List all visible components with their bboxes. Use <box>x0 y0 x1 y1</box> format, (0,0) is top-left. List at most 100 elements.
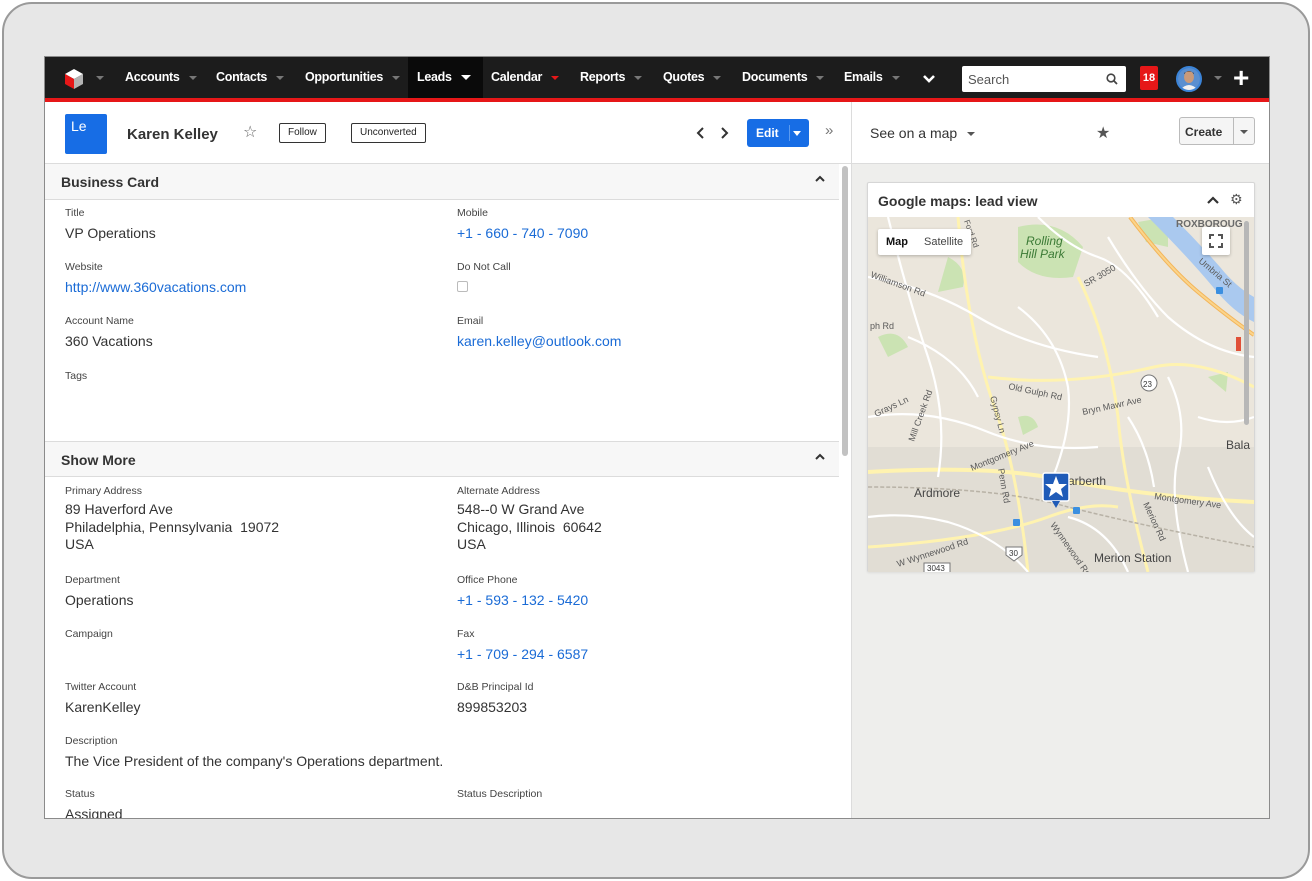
field-fax: Fax +1 - 709 - 294 - 6587 <box>457 627 588 663</box>
panel-title: Business Card <box>61 174 160 190</box>
field-status-description: Status Description <box>457 787 542 805</box>
user-menu-caret-icon[interactable] <box>1214 76 1222 80</box>
chevron-down-icon[interactable] <box>967 132 976 137</box>
follow-button[interactable]: Follow <box>279 123 326 143</box>
next-record-chevron-icon[interactable] <box>719 127 729 139</box>
nav-item-accounts[interactable]: Accounts <box>125 57 197 98</box>
module-badge: Le <box>65 114 107 154</box>
field-label: Mobile <box>457 207 488 219</box>
highway-exit-icon <box>1236 337 1241 351</box>
do-not-call-checkbox[interactable] <box>457 281 468 292</box>
field-website: Website http://www.360vacations.com <box>65 260 246 296</box>
chevron-down-icon[interactable] <box>551 75 560 80</box>
field-mobile: Mobile +1 - 660 - 740 - 7090 <box>457 206 588 242</box>
user-avatar[interactable] <box>1176 66 1202 92</box>
chevron-down-icon[interactable] <box>276 75 285 80</box>
field-account-name: Account Name 360 Vacations <box>65 314 153 350</box>
field-campaign: Campaign <box>65 627 113 645</box>
status-badge: Unconverted <box>351 123 426 143</box>
map-type-satellite-button[interactable]: Satellite <box>916 229 971 255</box>
nav-item-label: Leads <box>417 70 452 84</box>
map-label: ph Rd <box>870 321 894 331</box>
sugar-cube-logo-icon[interactable] <box>63 68 85 90</box>
edit-actions-caret-icon[interactable] <box>793 131 801 136</box>
collapse-chevron-icon[interactable] <box>815 452 825 462</box>
map-label: Rolling <box>1026 234 1063 248</box>
map-view[interactable]: ROXBOROUG Rolling Hill Park Williamson R… <box>868 217 1254 572</box>
field-tags: Tags <box>65 369 87 387</box>
address-line: Philadelphia, Pennsylvania 19072 <box>65 518 280 535</box>
map-label: Ardmore <box>914 486 960 500</box>
email-link[interactable]: karen.kelley@outlook.com <box>457 332 621 350</box>
map-label: 23 <box>1143 380 1152 389</box>
chevron-down-icon[interactable] <box>188 75 197 80</box>
notifications-badge[interactable]: 18 <box>1140 66 1158 90</box>
favorite-star-icon[interactable]: ★ <box>1096 123 1110 143</box>
nav-item-quotes[interactable]: Quotes <box>663 57 722 98</box>
nav-item-leads[interactable]: Leads <box>408 57 483 98</box>
transit-station-icon <box>1073 507 1080 514</box>
mobile-phone-link[interactable]: +1 - 660 - 740 - 7090 <box>457 224 588 242</box>
create-button-label: Create <box>1185 125 1223 139</box>
map-label: Merion Station <box>1094 551 1171 565</box>
field-label: Campaign <box>65 628 113 640</box>
create-actions-caret-icon[interactable] <box>1240 130 1248 134</box>
website-link[interactable]: http://www.360vacations.com <box>65 278 246 296</box>
field-email: Email karen.kelley@outlook.com <box>457 314 621 350</box>
split-divider <box>789 125 790 141</box>
field-label: Website <box>65 261 103 273</box>
field-alternate-address: Alternate Address 548--0 W Grand Ave Chi… <box>457 484 602 554</box>
quick-create-plus-icon[interactable]: + <box>1233 61 1249 95</box>
nav-item-label: Calendar <box>491 70 543 84</box>
office-phone-link[interactable]: +1 - 593 - 132 - 5420 <box>457 591 588 609</box>
field-label: Status Description <box>457 788 543 800</box>
chevron-down-icon[interactable] <box>891 75 900 80</box>
chevron-down-icon[interactable] <box>713 75 722 80</box>
google-maps-dashlet: Google maps: lead view ⚙ ROXBOROUG Rolli… <box>867 182 1255 572</box>
nav-item-calendar[interactable]: Calendar <box>491 57 560 98</box>
gear-icon[interactable]: ⚙ <box>1230 191 1243 208</box>
nav-item-documents[interactable]: Documents <box>742 57 825 98</box>
address-line: USA <box>457 536 486 552</box>
collapse-chevron-icon[interactable] <box>815 174 825 184</box>
nav-item-opportunities[interactable]: Opportunities <box>305 57 401 98</box>
vertical-scrollbar[interactable] <box>842 166 848 456</box>
business-card-panel-header[interactable]: Business Card <box>45 164 839 200</box>
nav-item-emails[interactable]: Emails <box>844 57 900 98</box>
fullscreen-button[interactable] <box>1202 227 1230 255</box>
create-button[interactable]: Create <box>1179 117 1255 145</box>
more-modules-chevron-icon[interactable] <box>922 74 936 84</box>
collapse-chevron-icon[interactable] <box>1207 195 1219 205</box>
map-label: Bala <box>1226 438 1250 452</box>
toggle-sidebar-icon[interactable]: » <box>825 122 833 139</box>
field-label: Email <box>457 315 484 327</box>
nav-item-contacts[interactable]: Contacts <box>216 57 285 98</box>
field-label: Title <box>65 207 85 219</box>
address-line: Chicago, Illinois 60642 <box>457 518 602 535</box>
dashlet-scrollbar[interactable] <box>1244 221 1249 425</box>
map-type-map-button[interactable]: Map <box>878 229 916 255</box>
see-on-map-dropdown[interactable]: See on a map <box>870 125 976 141</box>
map-canvas[interactable]: ROXBOROUG Rolling Hill Park Williamson R… <box>868 217 1254 572</box>
record-view: Le Karen Kelley ☆ Follow Unconverted Edi… <box>45 102 851 819</box>
logo-caret-icon[interactable] <box>96 76 104 80</box>
field-label: Office Phone <box>457 574 518 586</box>
record-scroll-area[interactable]: Business Card Title VP Operations Mobile… <box>45 164 851 819</box>
nav-item-reports[interactable]: Reports <box>580 57 643 98</box>
fax-link[interactable]: +1 - 709 - 294 - 6587 <box>457 645 588 663</box>
search-input[interactable] <box>962 66 1102 92</box>
chevron-down-icon[interactable] <box>816 75 825 80</box>
previous-record-chevron-icon[interactable] <box>696 127 706 139</box>
field-label: Status <box>65 788 95 800</box>
show-more-panel-header[interactable]: Show More <box>45 441 839 477</box>
chevron-down-icon[interactable] <box>460 75 471 81</box>
field-value: Assigned <box>65 806 123 819</box>
favorite-star-icon[interactable]: ☆ <box>243 122 257 142</box>
chevron-down-icon[interactable] <box>392 75 401 80</box>
chevron-down-icon[interactable] <box>634 75 643 80</box>
nav-item-label: Documents <box>742 70 808 84</box>
global-search[interactable] <box>962 66 1126 92</box>
search-icon[interactable] <box>1106 73 1118 85</box>
edit-button[interactable]: Edit <box>747 119 809 147</box>
field-label: Tags <box>65 370 88 382</box>
